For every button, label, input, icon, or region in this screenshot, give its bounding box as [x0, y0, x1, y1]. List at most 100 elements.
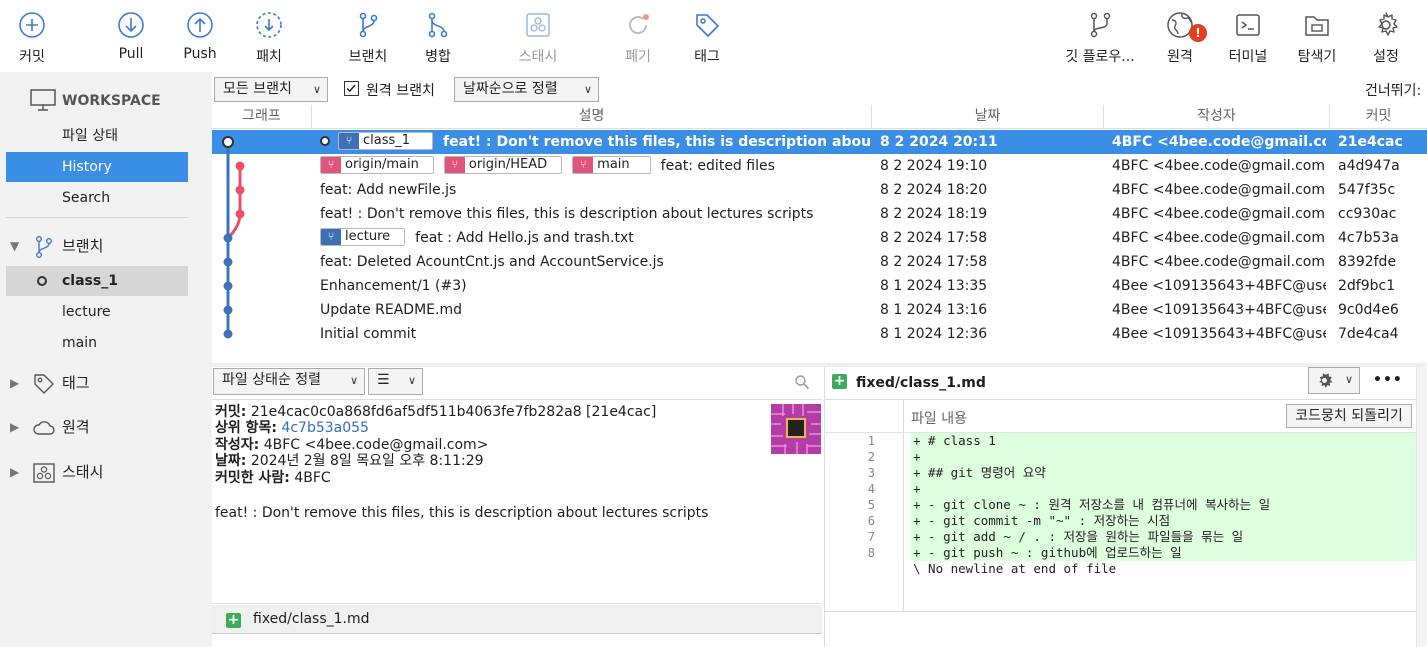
branch-tag-label: class_1 [363, 133, 411, 148]
fetch-button[interactable]: 패치 [224, 0, 314, 72]
diff-line-added: + - git commit -m "~" : 저장하는 시점 [911, 513, 1427, 529]
line-number: 3 [867, 466, 875, 480]
parent-commit-link[interactable]: 4c7b53a055 [281, 420, 369, 436]
commit-author: 4BFC <4bee.code@gmail.com> [1112, 230, 1326, 246]
chevron-down-icon: ∨ [312, 83, 321, 96]
branch-tag: ⑂ class_1 [338, 132, 434, 150]
remote-branch-checkbox[interactable] [344, 81, 359, 96]
divider [212, 399, 822, 400]
sidebar-item-history[interactable]: History [6, 152, 188, 182]
tag-button[interactable]: 태그 [662, 0, 752, 72]
detail-author: 작성자: 4BFC <4bee.code@gmail.com> [215, 437, 488, 453]
more-options-button[interactable]: ••• [1373, 372, 1403, 388]
settings-button[interactable]: 설정 [1341, 0, 1427, 72]
sidebar-section-branches[interactable]: ▼ 브랜치 [0, 231, 204, 261]
diff-line-added: + - git clone ~ : 원격 저장소를 내 컴퓨너에 복사하는 일 [911, 497, 1427, 513]
sidebar-item-branch-lecture[interactable]: lecture [6, 297, 188, 327]
sort-dropdown[interactable]: 날짜순으로 정렬 ∨ [454, 77, 599, 102]
detail-label: 작성자: [215, 437, 260, 453]
scrollbar[interactable] [1416, 367, 1427, 647]
remote-branch-tag: ⑂ origin/HEAD [443, 156, 563, 174]
view-mode-dropdown[interactable]: ☰ ∨ [368, 368, 423, 395]
commit-hash: cc930ac [1338, 206, 1397, 222]
pull-icon [117, 11, 145, 39]
commit-hash: 547f35c [1338, 182, 1396, 198]
commit-row[interactable]: feat! : Don't remove this files, this is… [212, 202, 1427, 226]
fetch-label: 패치 [256, 49, 282, 65]
stash-label: 스태시 [62, 463, 104, 481]
commit-author: 4BFC <4bee.code@gmail.com> [1112, 158, 1326, 174]
commit-hash: a4d947a [1338, 158, 1400, 174]
diff-file-title: fixed/class_1.md [856, 375, 986, 391]
skip-label: 건너뛰기: [1365, 83, 1422, 99]
commit-date: 8 2 2024 17:58 [880, 230, 988, 246]
remote-branch-label: 원격 브랜치 [366, 83, 435, 99]
sourcetree-window: 커밋 Pull Push 패치 브랜치 병합 스태시 폐기 태그 깃 플로우..… [0, 0, 1427, 647]
commit-row[interactable]: feat: Deleted AcountCnt.js and AccountSe… [212, 250, 1427, 274]
splitter[interactable] [204, 72, 212, 647]
commit-row[interactable]: feat: Add newFile.js 8 2 2024 18:20 4BFC… [212, 178, 1427, 202]
sidebar-item-branch-main[interactable]: main [6, 328, 188, 358]
hunk-header: 파일 내용 [911, 411, 967, 427]
search-icon[interactable] [794, 374, 810, 390]
gear-icon [1315, 371, 1334, 390]
commit-row[interactable]: ⑂ class_1 feat! : Don't remove this files,… [212, 130, 1427, 154]
sidebar-section-remotes[interactable]: ▶ 원격 [0, 412, 204, 442]
commit-list: ⑂ class_1 feat! : Don't remove this files,… [212, 130, 1427, 362]
tags-label: 태그 [62, 374, 90, 392]
sidebar-section-stashes[interactable]: ▶ 스태시 [0, 457, 204, 487]
branch-filter-dropdown[interactable]: 모든 브랜치 ∨ [214, 77, 328, 102]
commit-author: 4Bee <109135643+4BFC@users.noreply.githu… [1112, 278, 1326, 294]
commit-author: 4BFC <4bee.code@gmail.com> [1112, 182, 1326, 198]
branch-icon: ⑂ [339, 133, 359, 149]
commit-button[interactable]: 커밋 [0, 0, 77, 72]
sidebar-item-search[interactable]: Search [6, 183, 188, 213]
diff-line-added: + ## git 명령어 요약 [911, 465, 1427, 481]
commit-date: 8 2 2024 19:10 [880, 158, 988, 174]
commit-row[interactable]: ⑂ lecture feat : Add Hello.js and trash.tx… [212, 226, 1427, 250]
col-date[interactable]: 날짜 [872, 105, 1104, 129]
chevron-right-icon: ▶ [10, 376, 20, 390]
file-sort-dropdown[interactable]: 파일 상태순 정렬 ∨ [213, 368, 365, 395]
sidebar-item-file-status[interactable]: 파일 상태 [6, 121, 188, 151]
commit-date: 8 1 2024 13:35 [880, 278, 988, 294]
col-commit[interactable]: 커밋 [1330, 105, 1427, 129]
merge-icon [424, 11, 452, 39]
detail-label: 커밋한 사람: [215, 470, 290, 486]
commit-date: 8 2 2024 17:58 [880, 254, 988, 270]
col-description[interactable]: 설명 [312, 105, 872, 129]
commit-message: Enhancement/1 (#3) [320, 278, 467, 294]
commit-message: feat: edited files [660, 158, 775, 174]
chevron-down-icon: ∨ [1344, 373, 1353, 386]
divider [825, 611, 1427, 612]
changed-file-item[interactable]: + fixed/class_1.md [212, 605, 822, 634]
revert-hunk-button[interactable]: 코드뭉치 되돌리기 [1286, 404, 1412, 428]
line-number: 4 [867, 482, 875, 496]
commit-row[interactable]: Update README.md 8 1 2024 13:16 4Bee <10… [212, 298, 1427, 322]
changed-file-path: fixed/class_1.md [253, 611, 370, 627]
stash-icon [32, 461, 56, 485]
commit-hash: 9c0d4e6 [1338, 302, 1399, 318]
commit-label: 커밋 [19, 49, 45, 65]
stash-button[interactable]: 스태시 [493, 0, 583, 72]
stash-label: 스태시 [518, 49, 558, 65]
gitflow-button[interactable]: 깃 플로우... [1055, 0, 1145, 72]
diff-line-added: + - git push ~ : github에 업로드하는 일 [911, 545, 1427, 561]
detail-value[interactable]: 21e4cac0c0a868fd6af5df511b4063fe7fb282a8… [251, 404, 656, 420]
commit-row[interactable]: Enhancement/1 (#3) 8 1 2024 13:35 4Bee <… [212, 274, 1427, 298]
folder-icon [1303, 11, 1331, 39]
commit-date: 8 2 2024 20:11 [880, 134, 998, 150]
commit-date: 8 1 2024 13:16 [880, 302, 988, 318]
diff-options-dropdown[interactable]: ∨ [1308, 367, 1360, 394]
merge-button[interactable]: 병합 [393, 0, 483, 72]
col-author[interactable]: 작성자 [1104, 105, 1330, 129]
commit-row[interactable]: Initial commit 8 1 2024 12:36 4Bee <1091… [212, 322, 1427, 346]
sidebar-item-branch-class_1[interactable]: class_1 [6, 266, 188, 296]
detail-label: 날짜: [215, 453, 247, 469]
commit-row[interactable]: ⑂ origin/main ⑂ origin/HEAD ⑂ main feat: edite… [212, 154, 1427, 178]
sort-value: 날짜순으로 정렬 [463, 81, 558, 97]
fetch-icon [255, 11, 283, 39]
col-graph[interactable]: 그래프 [212, 105, 312, 129]
commit-message: feat! : Don't remove this files, this is… [320, 206, 814, 222]
sidebar-section-tags[interactable]: ▶ 태그 [0, 368, 204, 398]
